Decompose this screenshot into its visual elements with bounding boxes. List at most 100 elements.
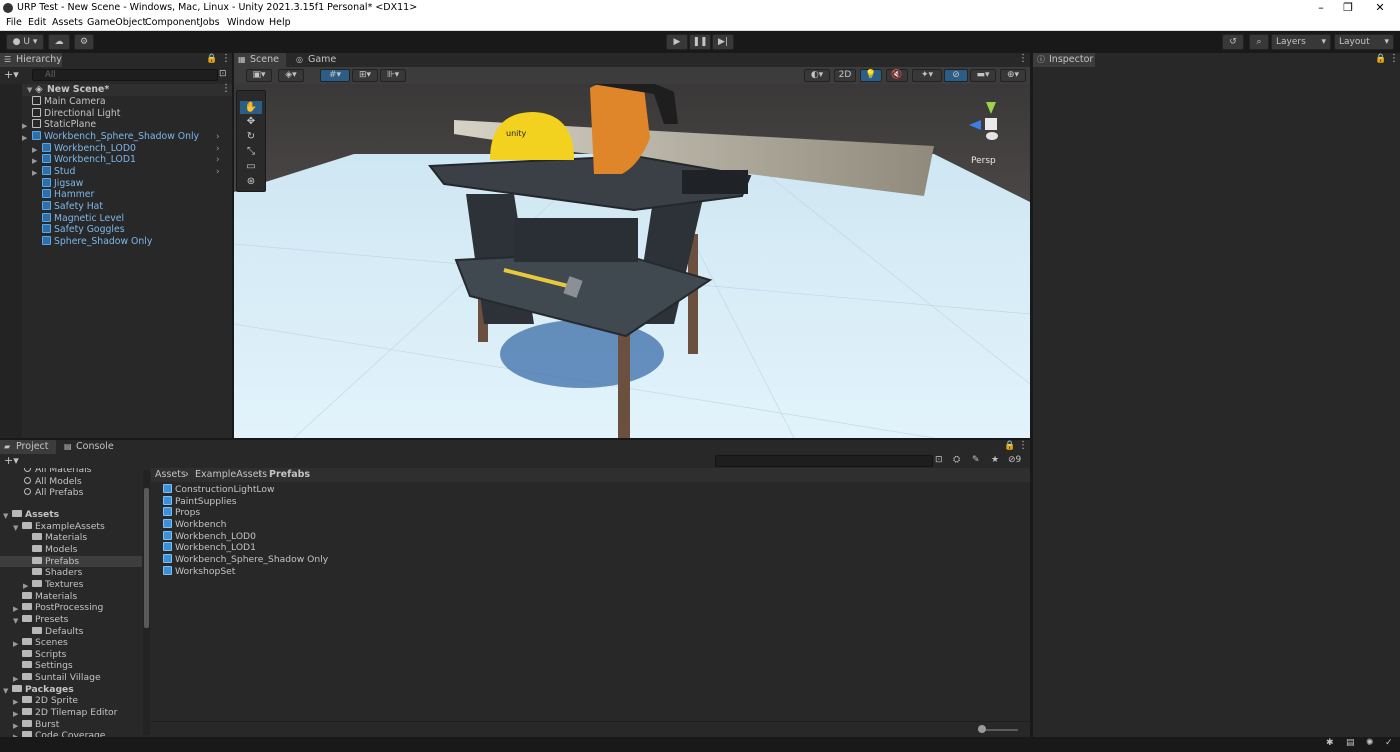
folder-item[interactable]: ▶ PostProcessing [0, 602, 142, 614]
close-button[interactable]: ✕ [1363, 0, 1397, 16]
scene-row[interactable]: ▼ ◈ New Scene* ⋮ [0, 83, 232, 96]
cloud-icon[interactable]: ☁ [48, 34, 70, 50]
lock-icon[interactable]: 🔒 [206, 54, 217, 64]
search-by-type-icon[interactable]: ⊡ [935, 455, 943, 465]
shading-mode-dropdown[interactable]: ◐▾ [804, 69, 830, 82]
folder-item[interactable]: Materials [0, 532, 142, 544]
splitter[interactable] [232, 53, 234, 438]
audio-toggle-icon[interactable]: 🔇 [886, 69, 908, 82]
breadcrumb-exampleassets[interactable]: ExampleAssets [195, 469, 267, 480]
folder-item[interactable]: Shaders [0, 567, 142, 579]
lighting-icon[interactable]: ✺ [1366, 738, 1374, 748]
favorite-item[interactable]: All Materials [24, 468, 91, 476]
tree-scrollbar[interactable] [143, 470, 150, 735]
lighting-toggle-icon[interactable]: 💡 [860, 69, 882, 82]
zoom-slider-handle[interactable] [978, 725, 986, 733]
rect-tool-icon[interactable]: ▭ [240, 161, 262, 174]
add-icon[interactable]: +▾ [4, 68, 19, 81]
layers-dropdown[interactable]: Layers ▾ [1271, 34, 1331, 50]
gizmo-center-icon[interactable] [985, 118, 997, 130]
maximize-button[interactable]: ❐ [1331, 0, 1365, 16]
folder-item[interactable]: ▶ 2D Tilemap Editor [0, 707, 142, 719]
splitter[interactable] [0, 438, 1030, 440]
hierarchy-item[interactable]: Directional Light [32, 107, 232, 120]
project-search-input[interactable] [715, 455, 933, 467]
tree-scrollbar-thumb[interactable] [144, 488, 149, 628]
account-dropdown[interactable]: ● U ▾ [6, 34, 44, 50]
tab-inspector[interactable]: ⓘ Inspector [1033, 53, 1095, 67]
cache-icon[interactable]: ▤ [1346, 738, 1355, 748]
hierarchy-item[interactable]: Sphere_Shadow Only [42, 235, 242, 248]
folder-item[interactable]: Settings [0, 660, 142, 672]
more-menu-icon[interactable]: ⋮ [1018, 440, 1028, 451]
expand-arrow-icon[interactable]: ▶ [22, 121, 27, 133]
tab-console[interactable]: ▤ Console [60, 440, 120, 454]
asset-item[interactable]: Workbench [163, 518, 226, 531]
hierarchy-item[interactable]: ▶ Workbench_Sphere_Shadow Only › [22, 130, 232, 143]
label-icon[interactable]: ✎ [972, 455, 980, 465]
layout-dropdown[interactable]: Layout ▾ [1334, 34, 1394, 50]
transform-tool-icon[interactable]: ⊛ [240, 176, 262, 189]
snap-increment-dropdown[interactable]: ⊞▾ [352, 69, 378, 82]
gizmo-neg-y-icon[interactable] [986, 132, 998, 140]
hierarchy-item[interactable]: ▶ Stud › [32, 165, 242, 178]
menu-edit[interactable]: Edit [28, 17, 46, 28]
expand-arrow-icon[interactable]: ▶ [32, 156, 37, 168]
asset-item[interactable]: ConstructionLightLow [163, 484, 275, 496]
tab-project[interactable]: ▰ Project [0, 440, 56, 454]
tab-hierarchy[interactable]: ☰ Hierarchy [0, 53, 62, 67]
hierarchy-item[interactable]: ▶ Workbench_LOD0 › [32, 142, 242, 155]
pivot-dropdown[interactable]: ◈▾ [278, 69, 304, 82]
breadcrumb-prefabs[interactable]: Prefabs [269, 469, 310, 480]
hierarchy-item[interactable]: Main Camera [32, 96, 232, 108]
folder-item[interactable]: ▼ Assets [0, 509, 142, 521]
toggle-2d-button[interactable]: 2D [834, 69, 856, 82]
search-by-label-icon[interactable]: ⛭ [953, 455, 960, 465]
orientation-gizmo[interactable] [964, 98, 1016, 154]
folder-item[interactable]: ▼ Packages [0, 684, 142, 696]
hierarchy-item[interactable]: Jigsaw [42, 177, 242, 190]
grid-snap-toggle[interactable]: #▾ [320, 69, 350, 82]
asset-item[interactable]: Workbench_LOD0 [163, 530, 256, 543]
menu-window[interactable]: Window [227, 17, 264, 28]
folder-item[interactable]: ▶ Scenes [0, 637, 142, 649]
status-check-icon[interactable]: ✓ [1385, 738, 1393, 748]
filter-icon[interactable]: ⊡ [219, 69, 227, 79]
expand-arrow-icon[interactable]: ▶ [32, 145, 37, 157]
menu-component[interactable]: Component [145, 17, 200, 28]
menu-assets[interactable]: Assets [52, 17, 83, 28]
hand-tool-icon[interactable]: ✋ [240, 101, 262, 114]
folder-item[interactable]: Materials [0, 591, 142, 603]
favorite-star-icon[interactable]: ★ [991, 455, 999, 465]
folder-item[interactable]: Defaults [0, 626, 142, 638]
folder-item[interactable]: ▼ ExampleAssets [0, 521, 142, 533]
scene-viewport[interactable]: unity ✋ ✥ ↻ ⤡ ▭ ⊛ Persp [234, 84, 1030, 438]
more-menu-icon[interactable]: ⋮ [1018, 53, 1028, 64]
lock-icon[interactable]: 🔒 [1004, 441, 1015, 451]
asset-item[interactable]: Workbench_LOD1 [163, 542, 256, 554]
hierarchy-item[interactable]: Magnetic Level [42, 212, 242, 225]
scene-more-icon[interactable]: ⋮ [221, 83, 231, 94]
camera-dropdown[interactable]: ▬▾ [970, 69, 996, 82]
hierarchy-item[interactable]: ▶ StaticPlane [22, 119, 232, 131]
folder-item[interactable]: ▼ Presets [0, 614, 142, 626]
lock-icon[interactable]: 🔒 [1375, 54, 1386, 64]
menu-file[interactable]: File [6, 17, 22, 28]
expand-arrow-icon[interactable]: ▶ [22, 133, 27, 145]
gizmo-y-axis-icon[interactable] [986, 102, 996, 114]
folder-item[interactable]: Prefabs [0, 555, 142, 568]
pause-button[interactable]: ❚❚ [689, 34, 711, 50]
asset-item[interactable]: WorkshopSet [163, 565, 235, 578]
hierarchy-item[interactable]: Safety Hat [42, 200, 242, 213]
splitter[interactable] [1030, 53, 1033, 737]
more-menu-icon[interactable]: ⋮ [1389, 53, 1399, 64]
breadcrumb-assets[interactable]: Assets [155, 469, 186, 480]
menu-gameobject[interactable]: GameObject [87, 17, 146, 28]
folder-item[interactable]: Models [0, 544, 142, 556]
gizmo-z-axis-icon[interactable] [969, 120, 981, 130]
gizmos-dropdown[interactable]: ⊕▾ [1000, 69, 1026, 82]
play-button[interactable]: ▶ [666, 34, 688, 50]
hierarchy-search-input[interactable]: All [32, 69, 218, 81]
asset-item[interactable]: Props [163, 507, 200, 519]
create-icon[interactable]: +▾ [4, 454, 19, 467]
